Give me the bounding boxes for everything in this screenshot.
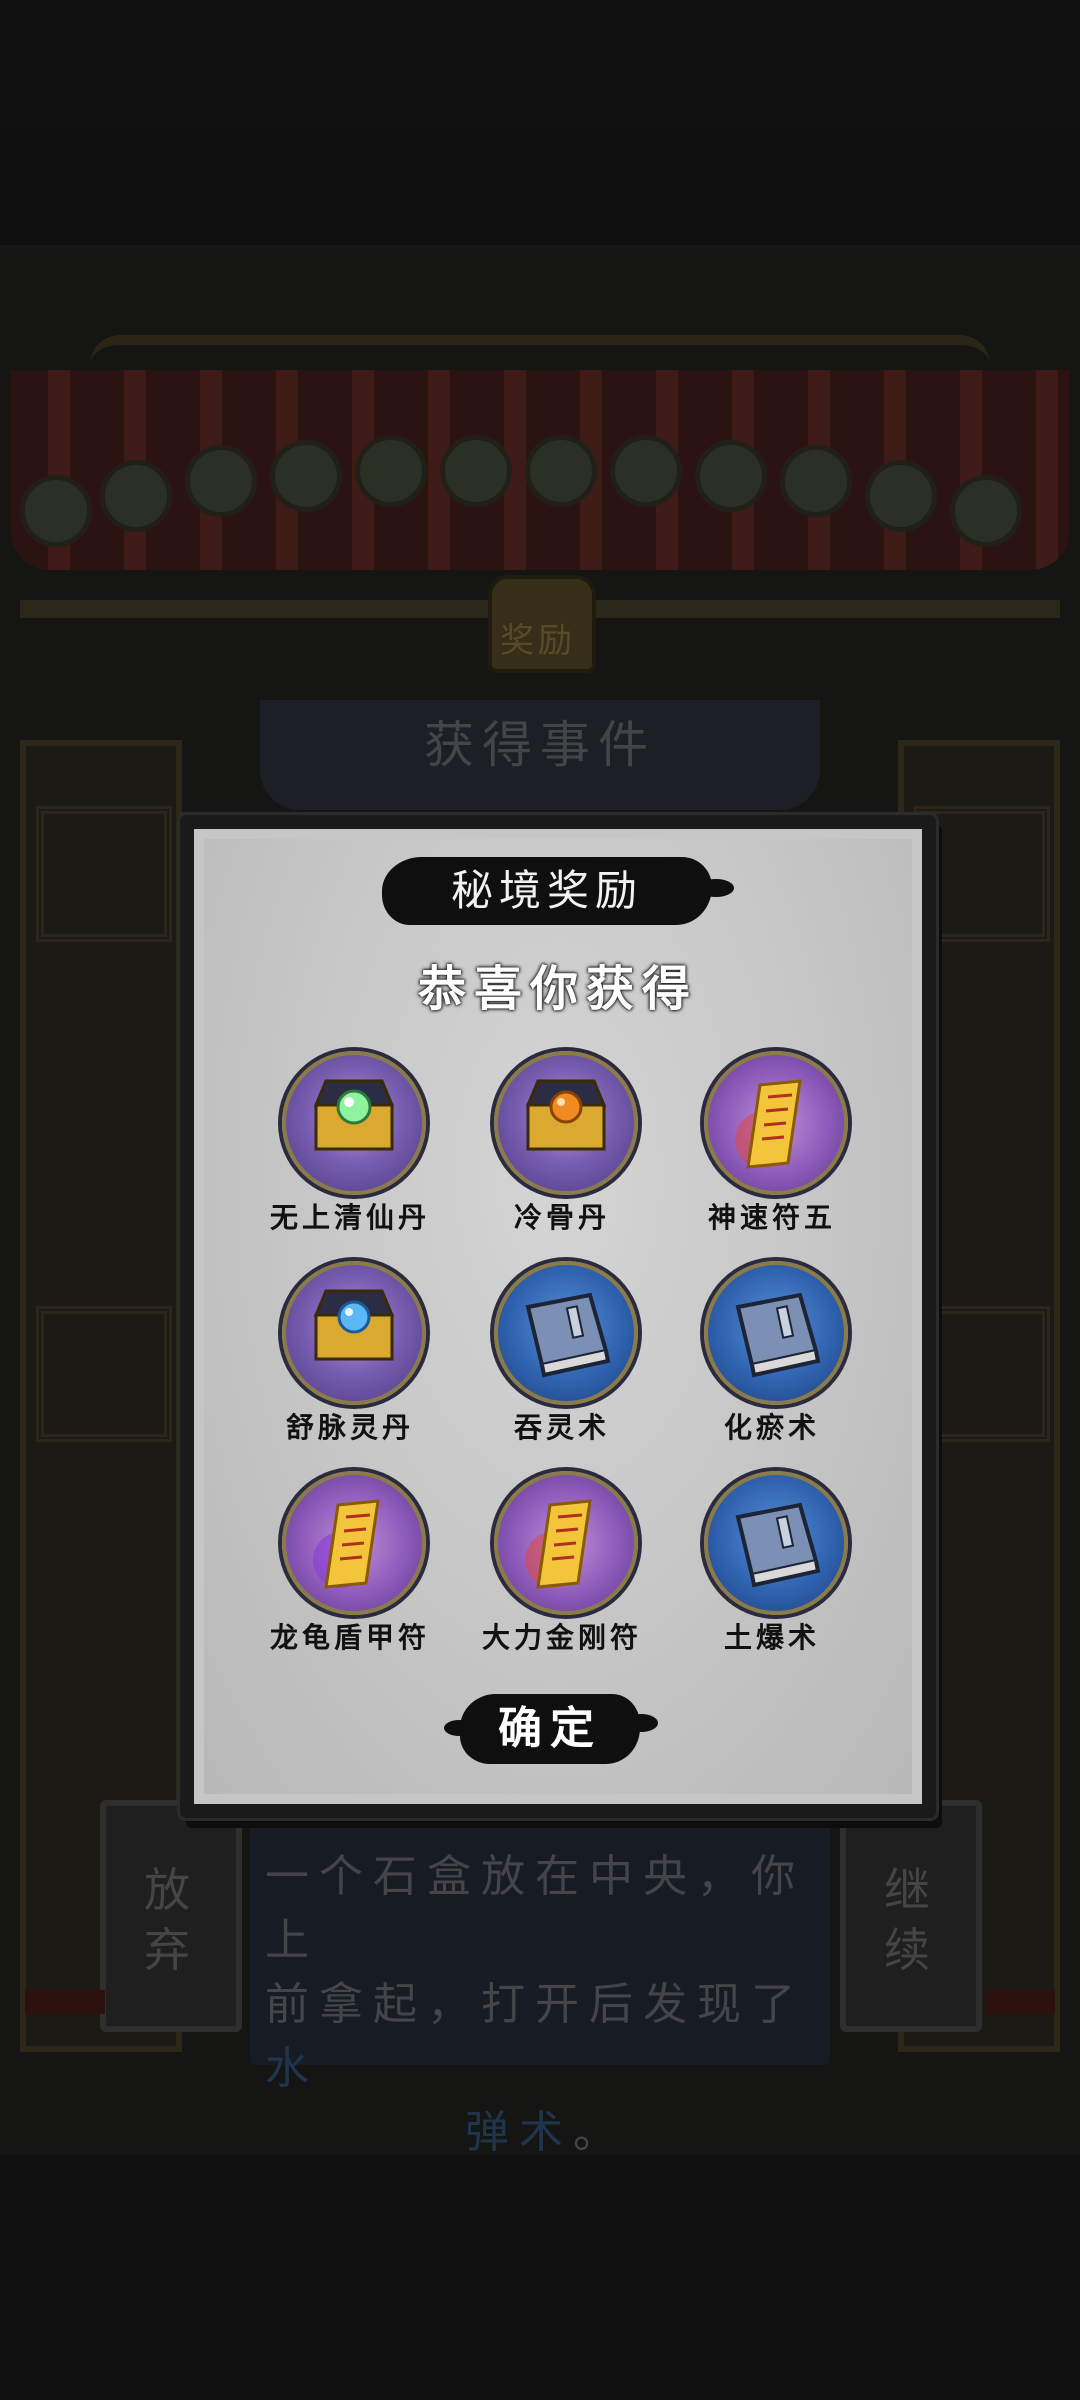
reward-item[interactable]: 神速符五: [674, 1051, 874, 1241]
talisman-scroll-icon: [282, 1471, 426, 1615]
treasure-chest-green-orb-icon: [282, 1051, 426, 1195]
reward-item[interactable]: 化瘀术: [674, 1261, 874, 1451]
reward-item[interactable]: 龙龟盾甲符: [252, 1471, 452, 1661]
reward-item[interactable]: 土爆术: [674, 1471, 874, 1661]
reward-item[interactable]: 大力金刚符: [464, 1471, 664, 1661]
reward-item-label: 龙龟盾甲符: [269, 1621, 430, 1654]
reward-item-label: 吞灵术: [513, 1411, 610, 1444]
reward-dialog: 秘境奖励 恭喜你获得 无上清仙丹 冷骨丹 神速符五 舒脉灵丹 吞灵术 化瘀术 龙…: [180, 815, 936, 1818]
talisman-scroll-icon: [704, 1051, 848, 1195]
reward-item[interactable]: 无上清仙丹: [252, 1051, 452, 1241]
dialog-title: 秘境奖励: [382, 857, 734, 925]
reward-item[interactable]: 吞灵术: [464, 1261, 664, 1451]
dialog-subtitle: 恭喜你获得: [417, 961, 698, 1017]
reward-item-label: 土爆术: [723, 1621, 820, 1654]
reward-item-label: 神速符五: [707, 1201, 836, 1234]
reward-item-label: 舒脉灵丹: [285, 1411, 414, 1444]
reward-item-label: 无上清仙丹: [269, 1201, 430, 1234]
reward-item-label: 化瘀术: [723, 1411, 820, 1444]
talisman-scroll-icon: [494, 1471, 638, 1615]
confirm-button[interactable]: 确定: [444, 1694, 658, 1764]
treasure-chest-orange-orb-icon: [494, 1051, 638, 1195]
treasure-chest-blue-orb-icon: [282, 1261, 426, 1405]
book-icon: [494, 1261, 638, 1405]
reward-item-label: 冷骨丹: [513, 1201, 610, 1234]
reward-item[interactable]: 冷骨丹: [464, 1051, 664, 1241]
book-icon: [704, 1261, 848, 1405]
reward-item[interactable]: 舒脉灵丹: [252, 1261, 452, 1451]
reward-item-label: 大力金刚符: [481, 1621, 642, 1654]
book-icon: [704, 1471, 848, 1615]
